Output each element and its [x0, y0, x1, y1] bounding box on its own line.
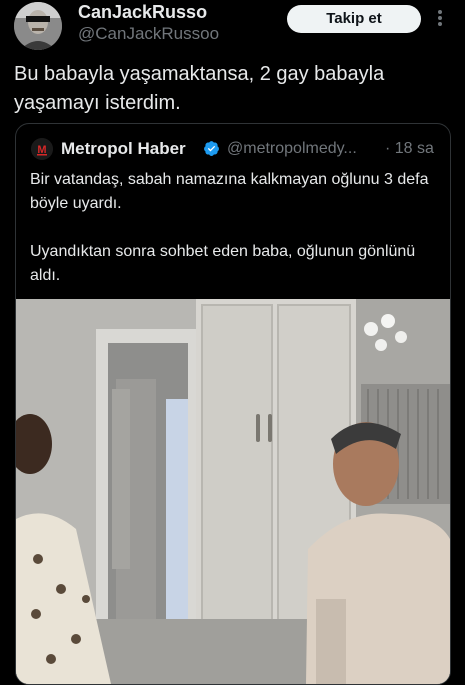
more-vertical-icon[interactable]	[433, 6, 447, 30]
quote-author-handle[interactable]: @metropolmedy...	[227, 140, 357, 158]
user-avatar[interactable]	[14, 2, 62, 50]
tweet-text: Bu babayla yaşamaktansa, 2 gay babayla y…	[14, 63, 385, 114]
quote-timestamp[interactable]: · 18 sa	[385, 140, 434, 158]
quote-paragraph-1: Bir vatandaş, sabah namazına kalkmayan o…	[30, 171, 429, 212]
user-handle[interactable]: @CanJackRussoo	[78, 24, 219, 44]
quote-paragraph-2: Uyandıktan sonra sohbet eden baba, oğlun…	[30, 243, 416, 284]
quote-text: Bir vatandaş, sabah namazına kalkmayan o…	[30, 168, 440, 288]
verified-badge-icon	[203, 140, 220, 157]
quote-tweet-card[interactable]: M Metropol Haber @metropolmedy... · 18 s…	[15, 123, 451, 685]
metropol-logo-icon: M	[31, 138, 53, 160]
quote-author-name[interactable]: Metropol Haber	[61, 139, 186, 159]
user-display-name[interactable]: CanJackRusso	[78, 2, 207, 23]
video-thumbnail[interactable]	[16, 299, 450, 684]
follow-button[interactable]: Takip et	[287, 5, 421, 33]
